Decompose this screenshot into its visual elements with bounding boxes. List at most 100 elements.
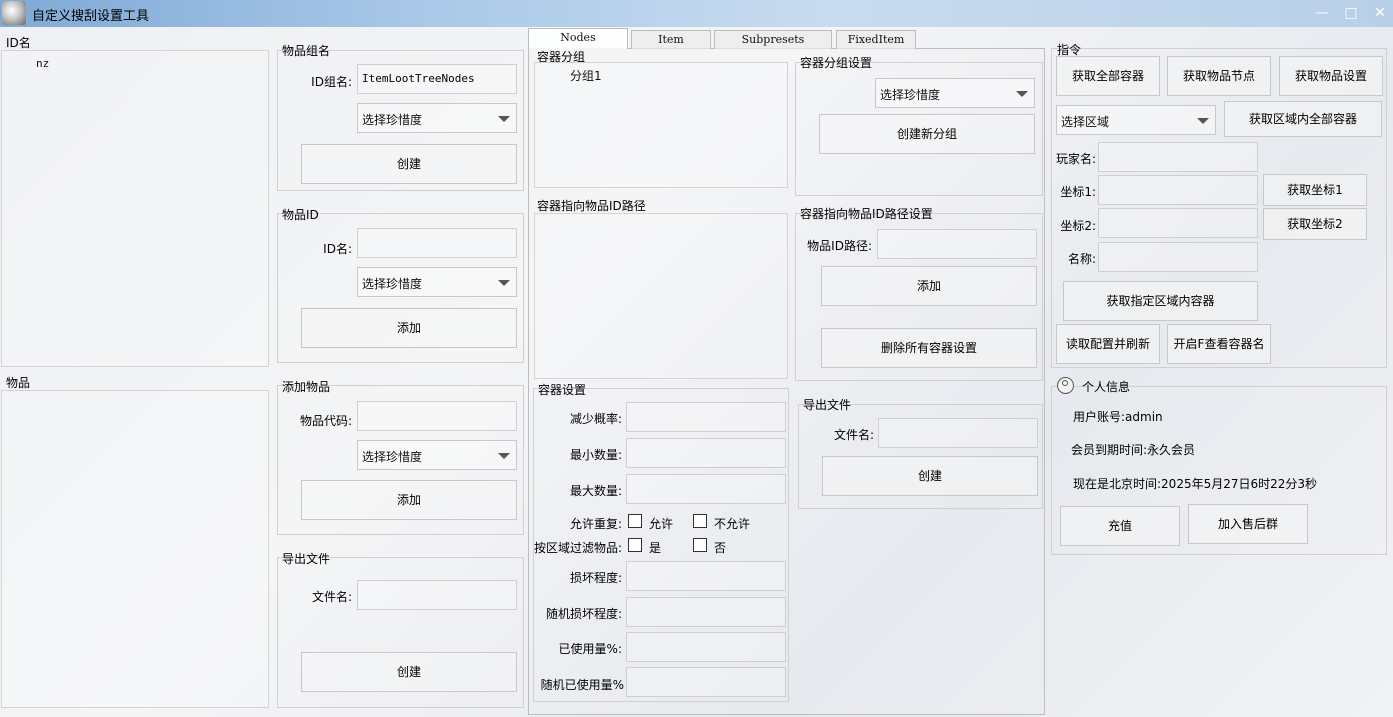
filter-by-area-label: 按区域过滤物品: [533,541,622,555]
id-group-input[interactable]: ItemLootTreeNodes [357,64,517,94]
disallow-checkbox[interactable] [693,514,707,528]
export-mid-file-input[interactable] [878,418,1038,448]
beijing-time-text: 现在是北京时间:2025年5月27日6时22分3秒 [1073,477,1318,491]
add-item-rarity-select[interactable]: 选择珍惜度 [357,440,517,470]
chevron-down-icon [498,453,510,459]
random-used-input[interactable] [626,667,786,697]
used-percent-input[interactable] [626,632,786,662]
list-item[interactable]: nz [36,57,49,70]
item-group-title: 物品组名 [282,44,331,58]
export-mid-create-button[interactable]: 创建 [822,456,1038,496]
export-mid-title: 导出文件 [803,398,852,412]
id-name-input[interactable] [357,228,517,258]
add-item-button[interactable]: 添加 [301,480,517,520]
get-coord2-button[interactable]: 获取坐标2 [1263,208,1367,240]
chevron-down-icon [498,116,510,122]
reduce-prob-label: 减少概率: [569,412,622,426]
open-f-view-button[interactable]: 开启F查看容器名 [1167,324,1271,364]
path-label: 物品ID路径: [807,239,872,253]
damage-label: 损坏程度: [569,571,622,585]
delete-all-settings-button[interactable]: 删除所有容器设置 [821,328,1037,368]
account-text: 用户账号:admin [1073,410,1163,424]
idname-header: ID名 [6,36,31,50]
path-input[interactable] [877,229,1037,259]
coord1-input[interactable] [1098,175,1258,205]
id-group-label: ID组名: [311,75,352,89]
tab-subpresets[interactable]: Subpresets [714,30,832,49]
allow-checkbox[interactable] [628,514,642,528]
allow-repeat-label: 允许重复: [569,517,622,531]
recharge-button[interactable]: 充值 [1060,506,1180,546]
filter-no-checkbox[interactable] [693,538,707,552]
select-value: 选择区域 [1061,115,1110,129]
select-value: 选择珍惜度 [880,88,941,102]
container-group-list[interactable]: 分组1 [534,62,788,188]
export-mid-file-label: 文件名: [833,428,874,442]
item-group-rarity-select[interactable]: 选择珍惜度 [357,103,517,133]
container-group-rarity-select[interactable]: 选择珍惜度 [875,78,1035,108]
maximize-button[interactable]: □ [1340,3,1362,23]
filter-no-label: 否 [714,541,727,555]
path-settings-title: 容器指向物品ID路径设置 [800,207,933,221]
tab-fixeditem[interactable]: FixedItem [836,30,916,49]
item-id-rarity-select[interactable]: 选择珍惜度 [357,267,517,297]
random-used-label: 随机已使用量% [540,678,624,692]
chevron-down-icon [1016,91,1028,97]
select-area-dropdown[interactable]: 选择区域 [1056,105,1216,135]
damage-input[interactable] [626,561,786,591]
items-list[interactable] [1,390,269,708]
tab-item[interactable]: Item [631,30,711,49]
create-new-group-button[interactable]: 创建新分组 [819,114,1035,154]
expire-text: 会员到期时间:永久会员 [1071,443,1196,457]
file-name-input[interactable] [357,580,517,610]
add-item-title: 添加物品 [282,380,331,394]
get-coord1-button[interactable]: 获取坐标1 [1263,174,1367,206]
tab-nodes[interactable]: Nodes [528,28,628,49]
get-area-containers-button[interactable]: 获取区域内全部容器 [1224,101,1382,137]
max-count-input[interactable] [626,474,786,504]
coord2-input[interactable] [1098,208,1258,238]
max-count-label: 最大数量: [569,484,622,498]
chevron-down-icon [498,280,510,286]
name-input[interactable] [1098,242,1258,272]
app-icon [2,1,26,25]
add-path-button[interactable]: 添加 [821,266,1037,306]
list-item[interactable]: 分组1 [570,67,602,84]
coord1-label: 坐标1: [1060,185,1096,199]
read-refresh-button[interactable]: 读取配置并刷新 [1056,324,1160,364]
window-title: 自定义搜刮设置工具 [32,9,150,24]
item-code-label: 物品代码: [299,414,352,428]
create-group-button[interactable]: 创建 [301,144,517,184]
min-count-label: 最小数量: [569,448,622,462]
idname-list[interactable]: nz [1,50,269,367]
join-support-group-button[interactable]: 加入售后群 [1188,504,1308,544]
title-bar: 自定义搜刮设置工具 — □ ✕ [0,0,1393,27]
close-button[interactable]: ✕ [1369,3,1391,23]
get-item-settings-button[interactable]: 获取物品设置 [1279,56,1383,96]
export-create-button[interactable]: 创建 [301,652,517,692]
select-value: 选择珍惜度 [362,450,423,464]
export-left-title: 导出文件 [282,552,331,566]
player-name-input[interactable] [1098,142,1258,172]
profile-title: 个人信息 [1082,380,1131,394]
min-count-input[interactable] [626,438,786,468]
filter-yes-checkbox[interactable] [628,538,642,552]
get-all-containers-button[interactable]: 获取全部容器 [1056,56,1160,96]
minimize-button[interactable]: — [1311,3,1333,23]
item-code-input[interactable] [357,401,517,431]
container-path-title: 容器指向物品ID路径 [537,199,646,213]
player-name-label: 玩家名: [1055,152,1096,166]
name-label: 名称: [1067,252,1096,266]
add-id-button[interactable]: 添加 [301,308,517,348]
random-damage-input[interactable] [626,597,786,627]
filter-yes-label: 是 [649,541,662,555]
container-path-list[interactable] [534,213,788,379]
disallow-label: 不允许 [714,517,751,531]
get-specified-area-button[interactable]: 获取指定区域内容器 [1063,281,1258,321]
reduce-prob-input[interactable] [626,402,786,432]
get-item-nodes-button[interactable]: 获取物品节点 [1167,56,1271,96]
item-id-title: 物品ID [282,208,319,222]
select-value: 选择珍惜度 [362,113,423,127]
user-icon [1057,377,1074,394]
file-name-label: 文件名: [311,590,352,604]
